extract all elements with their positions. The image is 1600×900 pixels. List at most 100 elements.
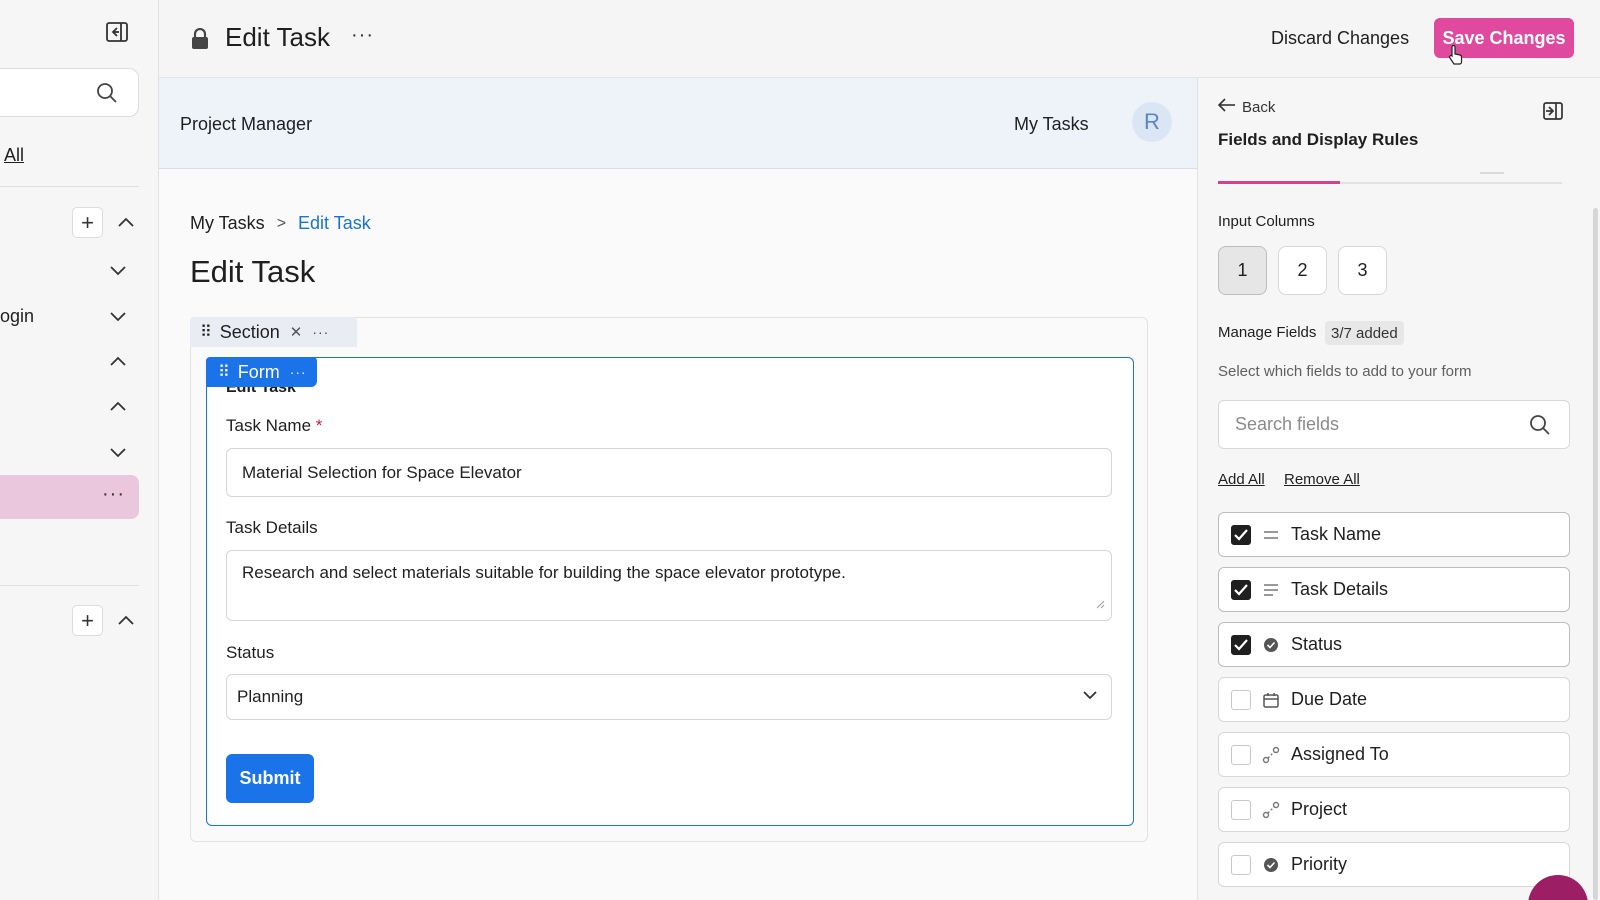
resize-handle-icon[interactable]: [1096, 594, 1105, 614]
submit-button[interactable]: Submit: [226, 754, 314, 803]
field-item-label: Due Date: [1291, 689, 1368, 709]
paragraph-icon: [1261, 580, 1281, 600]
more-icon[interactable]: ···: [290, 364, 307, 380]
field-item-status[interactable]: Status: [1218, 622, 1570, 667]
column-option-3[interactable]: 3: [1338, 246, 1387, 295]
top-bar: Edit Task ··· Discard Changes Save Chang…: [159, 0, 1600, 78]
field-item-due-date[interactable]: Due Date: [1218, 677, 1570, 722]
chevron-down-icon[interactable]: [108, 260, 128, 280]
sidebar-item-active[interactable]: ···: [0, 475, 139, 519]
field-checkbox[interactable]: [1231, 744, 1251, 765]
field-checkbox[interactable]: [1231, 579, 1251, 600]
field-item-task-name[interactable]: Task Name: [1218, 512, 1570, 557]
column-option-1[interactable]: 1: [1218, 246, 1267, 295]
added-count-badge: 3/7 added: [1325, 321, 1404, 345]
status-check-icon: [1261, 635, 1281, 655]
panel-collapse-icon[interactable]: [1543, 102, 1563, 125]
collapse-icon[interactable]: ✕: [290, 323, 303, 341]
app-title[interactable]: Project Manager: [180, 114, 312, 135]
calendar-icon: [1261, 690, 1281, 710]
chevron-down-icon[interactable]: [108, 306, 128, 326]
search-icon: [96, 82, 118, 109]
breadcrumb-my-tasks[interactable]: My Tasks: [190, 213, 265, 234]
field-checkbox[interactable]: [1231, 634, 1251, 655]
sidebar-all-link[interactable]: All: [4, 145, 24, 166]
tab-fields-active[interactable]: [1218, 181, 1340, 184]
page-title: Edit Task: [190, 254, 316, 289]
field-item-label: Status: [1291, 634, 1343, 654]
lock-icon: [191, 27, 209, 55]
status-check-icon: [1261, 855, 1281, 875]
manage-fields-hint: Select which fields to add to your form: [1218, 363, 1472, 380]
task-name-input[interactable]: Material Selection for Space Elevator: [226, 448, 1112, 497]
task-details-label: Task Details: [226, 518, 318, 537]
chevron-down-icon[interactable]: [108, 442, 128, 462]
field-item-label: Task Name: [1291, 524, 1382, 544]
chevron-up-icon[interactable]: [108, 397, 128, 417]
field-search-placeholder: Search fields: [1235, 414, 1340, 434]
more-icon[interactable]: ···: [351, 24, 374, 47]
field-item-task-details[interactable]: Task Details: [1218, 567, 1570, 612]
tab-indicator: [1480, 172, 1504, 174]
breadcrumb: My Tasks > Edit Task: [190, 213, 371, 234]
task-name-label-text: Task Name: [226, 416, 312, 435]
sidebar-collapse-icon[interactable]: [106, 22, 128, 42]
discard-changes-button[interactable]: Discard Changes: [1259, 18, 1421, 58]
field-item-label: Priority: [1291, 854, 1348, 874]
task-name-label: Task Name *: [226, 416, 322, 436]
panel-tab-bar: [1218, 172, 1562, 184]
arrow-left-icon: [1217, 98, 1236, 116]
page-title-top: Edit Task: [225, 22, 331, 52]
back-link[interactable]: Back: [1217, 98, 1276, 116]
mouse-cursor-icon: [1447, 44, 1463, 70]
section-tab[interactable]: ⠿ Section ✕ ···: [190, 317, 357, 347]
add-all-button[interactable]: Add All: [1218, 471, 1265, 488]
field-item-priority[interactable]: Priority: [1218, 842, 1570, 887]
drag-handle-icon[interactable]: ⠿: [200, 322, 212, 342]
field-search-input[interactable]: Search fields: [1218, 400, 1570, 449]
required-mark: *: [315, 416, 323, 435]
fields-panel: Back Fields and Display Rules Input Colu…: [1197, 78, 1600, 900]
chevron-up-icon[interactable]: [108, 352, 128, 372]
field-checkbox[interactable]: [1231, 854, 1251, 875]
column-option-2[interactable]: 2: [1278, 246, 1327, 295]
sidebar-add-button[interactable]: +: [72, 605, 103, 636]
status-select[interactable]: Planning: [226, 674, 1112, 720]
sidebar-item-login-label[interactable]: ogin: [0, 306, 34, 327]
status-label: Status: [226, 643, 275, 662]
app-header: Project Manager My Tasks R: [159, 78, 1197, 169]
search-icon: [1529, 414, 1551, 441]
field-item-project[interactable]: Project: [1218, 787, 1570, 832]
nav-my-tasks[interactable]: My Tasks: [1014, 114, 1089, 135]
sidebar-search-input[interactable]: [0, 68, 139, 117]
back-label: Back: [1242, 98, 1276, 116]
main-canvas: Project Manager My Tasks R My Tasks > Ed…: [159, 78, 1197, 900]
sidebar-divider: [0, 585, 139, 586]
panel-title: Fields and Display Rules: [1218, 130, 1419, 149]
chevron-up-icon[interactable]: [116, 213, 136, 233]
avatar[interactable]: R: [1132, 102, 1172, 142]
field-checkbox[interactable]: [1231, 689, 1251, 710]
link-icon: [1261, 800, 1281, 820]
form-tab[interactable]: ⠿ Form ···: [206, 357, 317, 387]
remove-all-button[interactable]: Remove All: [1284, 471, 1360, 488]
drag-handle-icon[interactable]: ⠿: [218, 362, 230, 382]
chevron-up-icon[interactable]: [116, 611, 136, 631]
form-label: Form: [237, 361, 280, 382]
task-details-textarea[interactable]: Research and select materials suitable f…: [226, 550, 1112, 621]
task-name-value: Material Selection for Space Elevator: [242, 462, 522, 482]
sidebar-add-button[interactable]: +: [72, 207, 103, 238]
field-checkbox[interactable]: [1231, 524, 1251, 545]
more-icon[interactable]: ···: [312, 324, 329, 340]
left-sidebar: All + ogin ··· +: [0, 0, 159, 900]
field-item-label: Assigned To: [1291, 744, 1389, 764]
field-checkbox[interactable]: [1231, 799, 1251, 820]
panel-scrollbar[interactable]: [1593, 208, 1598, 900]
field-item-label: Project: [1291, 799, 1348, 819]
breadcrumb-edit-task[interactable]: Edit Task: [298, 213, 371, 234]
chevron-down-icon: [1081, 686, 1099, 709]
more-icon[interactable]: ···: [102, 483, 125, 506]
text-lines-icon: [1261, 525, 1281, 545]
field-item-label: Task Details: [1291, 579, 1389, 599]
field-item-assigned-to[interactable]: Assigned To: [1218, 732, 1570, 777]
